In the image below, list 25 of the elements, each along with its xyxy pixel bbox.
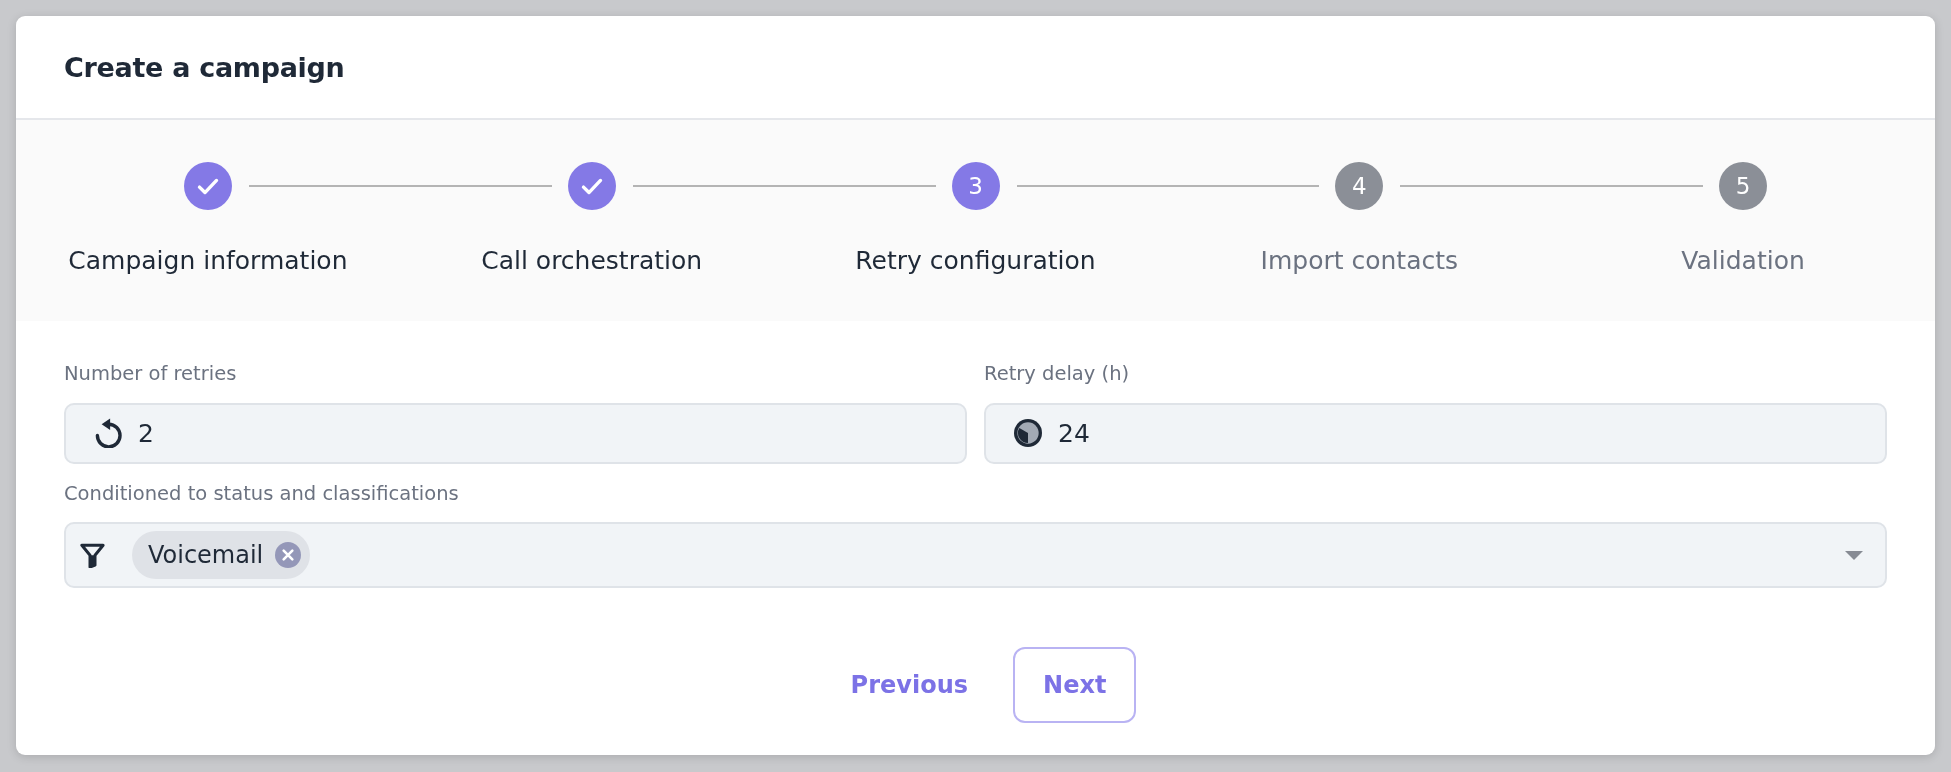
step-number: 5 [1719, 162, 1768, 210]
close-icon[interactable] [275, 542, 302, 568]
text-input[interactable]: 24 [984, 403, 1887, 464]
check-icon [196, 177, 219, 195]
next-button[interactable]: Next [1013, 647, 1137, 723]
step-label: Call orchestration [481, 246, 703, 276]
previous-button[interactable]: Previous [814, 647, 1005, 723]
dialog-title: Create a campaign [64, 51, 345, 83]
multi-select-field[interactable]: Voicemail [64, 522, 1887, 588]
field-label: Conditioned to status and classifications [64, 482, 459, 506]
tag-label: Voicemail [148, 541, 264, 569]
counterclockwise-arrow-icon [94, 418, 122, 448]
caret-down-icon[interactable] [1845, 550, 1863, 560]
step-label: Retry configuration [855, 246, 1096, 276]
field-label: Number of retries [64, 362, 237, 386]
field-label: Retry delay (h) [984, 362, 1130, 386]
step-number: 3 [951, 162, 1000, 210]
text-input[interactable]: 2 [64, 403, 967, 464]
step-label: Campaign information [68, 246, 348, 276]
step-label: Validation [1681, 246, 1805, 276]
check-icon [580, 177, 603, 195]
timer-icon [1014, 418, 1042, 448]
step-label: Import contacts [1260, 246, 1459, 276]
step-number: 4 [1335, 162, 1384, 210]
filter-icon [80, 542, 105, 568]
